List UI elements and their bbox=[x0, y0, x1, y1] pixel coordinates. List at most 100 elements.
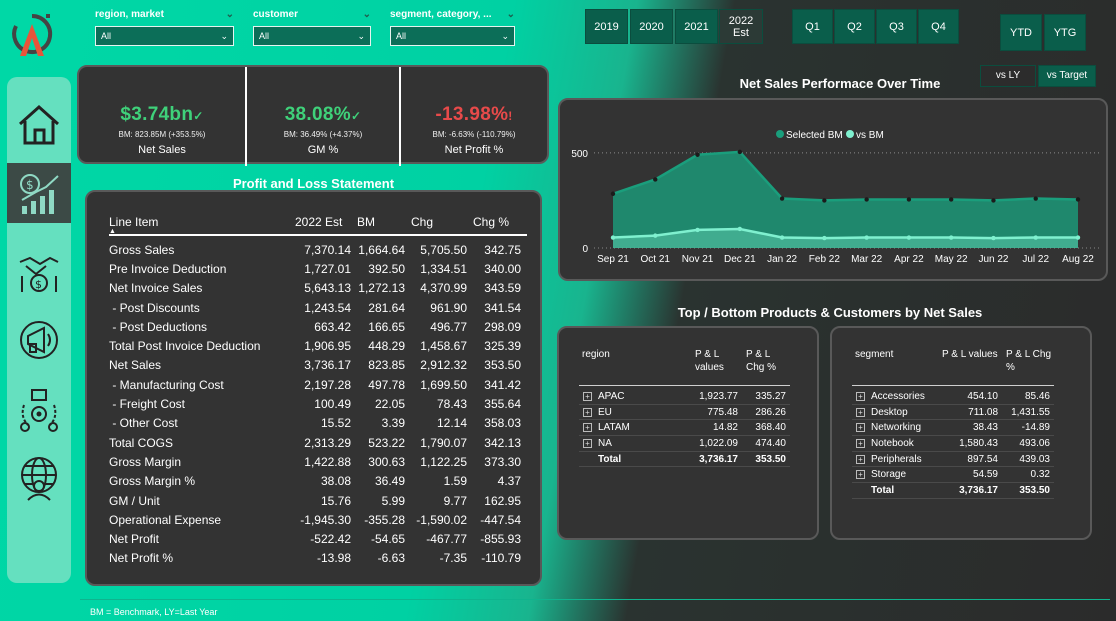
cell-text: Total bbox=[598, 453, 622, 465]
value-cell: 1,580.43 bbox=[938, 436, 1002, 452]
column-header[interactable]: P & L values bbox=[691, 348, 742, 385]
column-header[interactable]: region bbox=[579, 348, 691, 385]
column-header[interactable]: segment bbox=[852, 348, 938, 385]
table-row[interactable]: Gross Sales 7,370.14 1,664.64 5,705.50 342.7… bbox=[109, 240, 527, 259]
value-cell: 1,906.95 bbox=[304, 339, 351, 354]
matrix-row[interactable]: + NA 1,022.09 474.40 bbox=[579, 436, 790, 452]
column-header[interactable]: Chg % bbox=[467, 215, 521, 229]
table-row[interactable]: - Other Cost 15.52 3.39 12.14 358.03 bbox=[109, 414, 527, 433]
sidebar-item-executive[interactable] bbox=[7, 448, 71, 508]
table-row[interactable]: Gross Margin % 38.08 36.49 1.59 4.37 bbox=[109, 472, 527, 491]
value-cell: -7.35 bbox=[439, 551, 467, 566]
expand-plus-icon[interactable]: + bbox=[583, 438, 592, 448]
year-2020-button[interactable]: 2020 bbox=[630, 9, 673, 44]
quarter-q2-button[interactable]: Q2 bbox=[834, 9, 875, 44]
vs-target-toggle[interactable]: vs Target bbox=[1038, 65, 1096, 87]
cell-text: 3,736.17 bbox=[699, 453, 738, 465]
expand-plus-icon[interactable]: + bbox=[583, 423, 592, 433]
expand-plus-icon[interactable]: + bbox=[583, 391, 592, 401]
matrix-row[interactable]: + Networking 38.43 -14.89 bbox=[852, 420, 1054, 437]
quarter-q3-button[interactable]: Q3 bbox=[876, 9, 917, 44]
column-header[interactable]: P & L values bbox=[938, 348, 1002, 385]
matrix-row[interactable]: + Peripherals 897.54 439.03 bbox=[852, 452, 1054, 468]
column-header[interactable]: P & L Chg % bbox=[1002, 348, 1054, 385]
table-row[interactable]: - Freight Cost 100.49 22.05 78.43 355.64 bbox=[109, 394, 527, 413]
matrix-row[interactable]: + Desktop 711.08 1,431.55 bbox=[852, 405, 1054, 421]
quarter-q4-button[interactable]: Q4 bbox=[918, 9, 959, 44]
region-market-dropdown[interactable]: All ⌄ bbox=[95, 26, 234, 46]
customer-dropdown[interactable]: All ⌄ bbox=[253, 26, 371, 46]
table-row[interactable]: - Post Deductions 663.42 166.65 496.77 298.0… bbox=[109, 317, 527, 336]
value-cell: -14.89 bbox=[1002, 420, 1054, 437]
cell-text: Desktop bbox=[871, 406, 908, 418]
column-header[interactable]: P & L Chg % bbox=[742, 348, 790, 385]
expand-plus-icon[interactable]: + bbox=[856, 454, 865, 464]
value-cell: 373.30 bbox=[484, 454, 521, 469]
chevron-down-icon[interactable]: ⌄ bbox=[363, 9, 371, 20]
ytg-button[interactable]: YTG bbox=[1044, 14, 1086, 51]
chart-panel: Selected BM vs BM 0 500 Sep 21 Oct 21 Nov 21 De… bbox=[558, 98, 1108, 281]
chevron-down-icon[interactable]: ⌄ bbox=[507, 9, 515, 20]
table-row[interactable]: Pre Invoice Deduction 1,727.01 392.50 1,334… bbox=[109, 259, 527, 278]
column-header[interactable]: BM bbox=[351, 215, 405, 229]
expand-plus-icon[interactable]: + bbox=[856, 407, 865, 417]
expand-plus-icon[interactable]: + bbox=[856, 470, 865, 480]
sidebar-item-home[interactable] bbox=[7, 95, 71, 155]
x-tick-label: Aug 22 bbox=[1062, 254, 1094, 265]
matrix-row[interactable]: + Accessories 454.10 85.46 bbox=[852, 389, 1054, 405]
expand-plus-icon[interactable]: + bbox=[583, 407, 592, 417]
table-row[interactable]: GM / Unit 15.76 5.99 9.77 162.95 bbox=[109, 491, 527, 510]
value-cell: 343.59 bbox=[484, 281, 521, 296]
data-point bbox=[695, 227, 700, 233]
column-header[interactable]: 2022 Est bbox=[289, 215, 351, 229]
year-2021-button[interactable]: 2021 bbox=[675, 9, 718, 44]
matrix-row[interactable]: + LATAM 14.82 368.40 bbox=[579, 420, 790, 437]
table-row[interactable]: Net Profit -522.42 -54.65 -467.77 -855.93 bbox=[109, 529, 527, 548]
ytd-button[interactable]: YTD bbox=[1000, 14, 1042, 51]
sidebar-item-sales[interactable]: $ bbox=[7, 242, 71, 302]
expand-plus-icon[interactable]: + bbox=[856, 438, 865, 448]
year-2019-button[interactable]: 2019 bbox=[585, 9, 628, 44]
quarter-q1-button[interactable]: Q1 bbox=[792, 9, 833, 44]
legend-marker bbox=[776, 130, 784, 138]
matrix-row[interactable]: + Storage 54.59 0.32 bbox=[852, 467, 1054, 484]
sidebar-item-supply-chain[interactable] bbox=[7, 380, 71, 440]
cell-text: Total bbox=[871, 484, 895, 496]
table-row[interactable]: - Manufacturing Cost 2,197.28 497.78 1,699.… bbox=[109, 375, 527, 394]
table-row[interactable]: Total COGS 2,313.29 523.22 1,790.07 342.13 bbox=[109, 433, 527, 452]
matrix-row[interactable]: + Notebook 1,580.43 493.06 bbox=[852, 436, 1054, 452]
segment-dropdown[interactable]: All ⌄ bbox=[390, 26, 515, 46]
slicer-label: segment, category, ... bbox=[390, 8, 492, 20]
value-cell: 335.27 bbox=[742, 389, 790, 405]
kpi-benchmark: BM: 823.85M (+353.5%) bbox=[118, 130, 206, 139]
value-cell: 0.32 bbox=[1002, 467, 1054, 484]
table-row[interactable]: Net Profit % -13.98 -6.63 -7.35 -110.79 bbox=[109, 549, 527, 568]
kpi-value: $3.74bn✓ bbox=[120, 104, 204, 125]
table-row[interactable]: Gross Margin 1,422.88 300.63 1,122.25 373.30 bbox=[109, 452, 527, 471]
value-cell: -110.79 bbox=[481, 551, 521, 566]
sidebar-item-marketing[interactable] bbox=[7, 310, 71, 370]
value-cell: 1,699.50 bbox=[420, 377, 467, 392]
svg-text:$: $ bbox=[35, 278, 42, 291]
table-row[interactable]: Net Sales 3,736.17 823.85 2,912.32 353.50 bbox=[109, 356, 527, 375]
expand-plus-icon[interactable]: + bbox=[856, 391, 865, 401]
chevron-down-icon[interactable]: ⌄ bbox=[226, 9, 234, 20]
kpi-label: Net Sales bbox=[138, 144, 186, 156]
table-row[interactable]: Total Post Invoice Deduction 1,906.95 448.… bbox=[109, 336, 527, 355]
line-item-cell: Net Profit bbox=[109, 532, 160, 547]
table-row[interactable]: Net Invoice Sales 5,643.13 1,272.13 4,370.9… bbox=[109, 279, 527, 298]
column-header[interactable]: Chg bbox=[405, 215, 467, 229]
vs-ly-toggle[interactable]: vs LY bbox=[980, 65, 1036, 87]
matrix-row[interactable]: + EU 775.48 286.26 bbox=[579, 405, 790, 421]
kpi-panel: $3.74bn✓ BM: 823.85M (+353.5%) Net Sales… bbox=[77, 65, 549, 166]
cell-text: Networking bbox=[871, 422, 922, 434]
matrix-row[interactable]: + APAC 1,923.77 335.27 bbox=[579, 389, 790, 405]
year-2022-est-button[interactable]: 2022 Est bbox=[719, 9, 763, 44]
pl-body: Gross Sales 7,370.14 1,664.64 5,705.50 342.7… bbox=[109, 236, 527, 568]
expand-plus-icon[interactable]: + bbox=[856, 423, 865, 433]
sidebar-item-finance[interactable]: $ bbox=[7, 163, 71, 223]
table-row[interactable]: - Post Discounts 1,243.54 281.64 961.90 341.… bbox=[109, 298, 527, 317]
table-row[interactable]: Operational Expense -1,945.30 -355.28 -1,59… bbox=[109, 510, 527, 529]
column-header[interactable]: Line Item bbox=[109, 215, 289, 229]
cell-text: 1,431.55 bbox=[1011, 406, 1050, 418]
